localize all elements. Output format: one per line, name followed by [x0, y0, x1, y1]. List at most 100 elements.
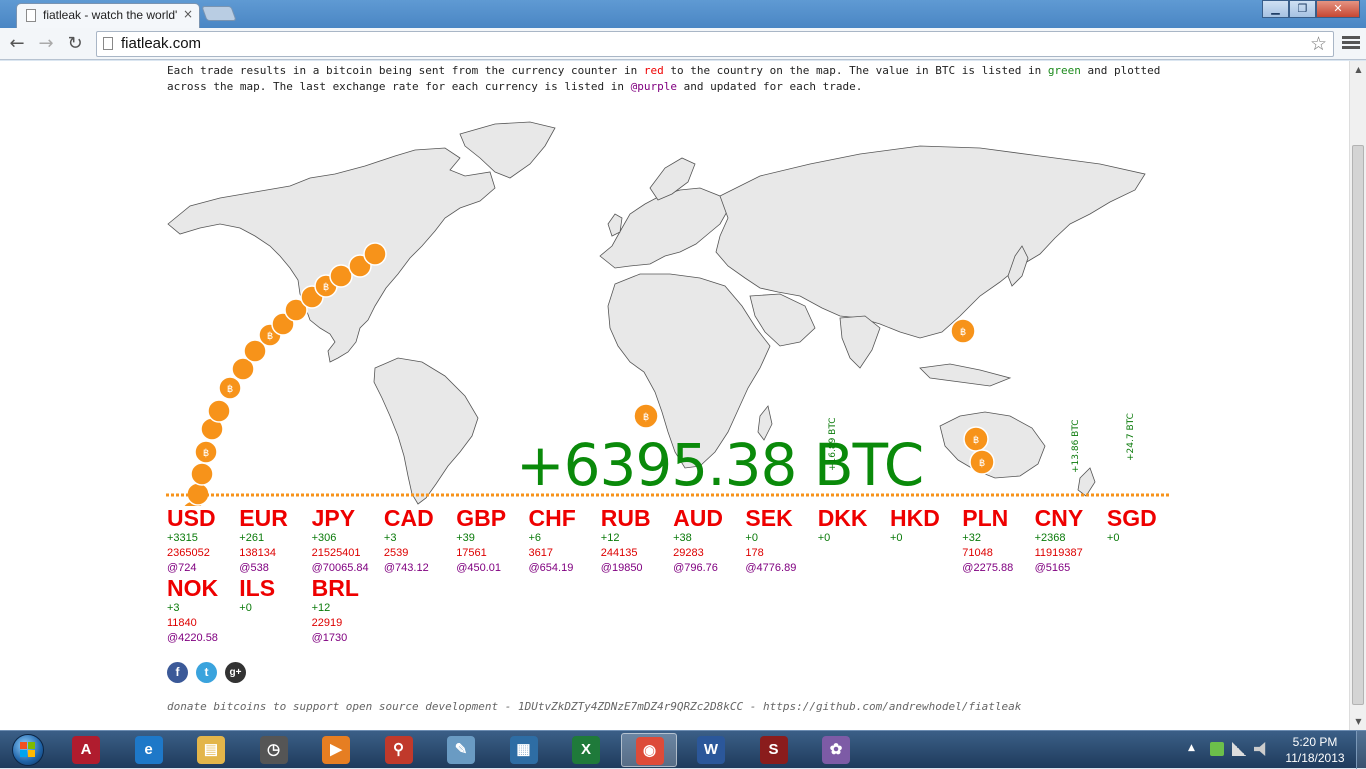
south-america	[373, 357, 479, 505]
currency-delta: +306	[311, 532, 337, 544]
taskbar-calculator-app[interactable]: ▦	[496, 733, 552, 767]
currency-code: CHF	[528, 505, 576, 531]
taskbar-excel[interactable]: X	[558, 733, 614, 767]
address-bar[interactable]: fiatleak.com ☆	[96, 31, 1334, 57]
currency-code: JPY	[311, 505, 356, 531]
tray-expand-icon[interactable]: ▲	[1188, 743, 1195, 753]
taskbar-clock[interactable]: 5:20 PM 11/18/2013	[1275, 734, 1355, 766]
currency-code: HKD	[890, 505, 940, 531]
windows-flag-icon	[20, 742, 36, 758]
currency-delta: +2368	[1034, 532, 1066, 544]
bookmark-star-icon[interactable]: ☆	[1310, 33, 1327, 55]
start-button[interactable]	[2, 731, 54, 769]
taskbar-chrome[interactable]: ◉	[620, 733, 677, 767]
url-text[interactable]: fiatleak.com	[121, 35, 201, 52]
file-explorer-icon: ▤	[197, 736, 225, 764]
bitcoin-coin-icon	[363, 242, 387, 266]
browser-tab[interactable]: fiatleak - watch the world' ×	[16, 3, 200, 28]
taskbar-internet-explorer[interactable]: e	[121, 733, 177, 767]
currency-hkd: HKD +0	[890, 505, 962, 546]
taskbar-notepad-app[interactable]: ✎	[433, 733, 489, 767]
taskbar-pushpin-app[interactable]: ⚲	[371, 733, 427, 767]
minimize-button[interactable]: ▁	[1262, 0, 1289, 18]
currency-code: NOK	[167, 575, 219, 601]
volume-icon[interactable]	[1254, 742, 1266, 756]
twitter-icon[interactable]: t	[196, 662, 217, 683]
reload-button[interactable]: ↻	[64, 33, 86, 55]
bitcoin-glyph: ฿	[979, 458, 985, 469]
vertical-scrollbar[interactable]: ▲ ▼	[1349, 61, 1366, 730]
currency-aud: AUD +38 29283 @796.76	[673, 505, 745, 576]
bitcoin-glyph: ฿	[227, 384, 233, 395]
taskbar-file-explorer[interactable]: ▤	[183, 733, 239, 767]
intro-red-word: red	[643, 64, 664, 77]
currency-rate: @1730	[311, 632, 348, 644]
taskbar-access[interactable]: A	[58, 733, 114, 767]
bitcoin-glyph: ฿	[973, 435, 979, 446]
taskbar-paint[interactable]: ✿	[808, 733, 864, 767]
bitcoin-glyph: ฿	[267, 331, 273, 342]
donate-text[interactable]: donate bitcoins to support open source d…	[167, 700, 1021, 713]
currency-rub: RUB +12 244135 @19850	[601, 505, 673, 576]
taskbar-s-plus[interactable]: S	[746, 733, 802, 767]
currency-rate: @4220.58	[167, 632, 218, 644]
scroll-up-icon[interactable]: ▲	[1350, 61, 1366, 78]
facebook-icon[interactable]: f	[167, 662, 188, 683]
currency-rate: @538	[239, 562, 269, 574]
currency-delta: +0	[745, 532, 758, 544]
currency-code: GBP	[456, 505, 507, 531]
taskbar-media-player[interactable]: ▶	[308, 733, 364, 767]
currency-code: DKK	[817, 505, 868, 531]
currency-pln: PLN +32 71048 @2275.88	[962, 505, 1034, 576]
new-tab-button[interactable]	[201, 6, 237, 21]
word-icon: W	[697, 736, 725, 764]
currency-code: AUD	[673, 505, 723, 531]
scroll-down-icon[interactable]: ▼	[1350, 713, 1366, 730]
currency-count: 244135	[600, 547, 638, 559]
currency-eur: EUR +261 138134 @538	[239, 505, 311, 576]
currency-count: 21525401	[311, 547, 361, 559]
intro-part: to the country on the map. The value in …	[663, 64, 1048, 77]
currency-rate: @796.76	[673, 562, 718, 574]
windows-taskbar: Ae ▤ ◷ ▶ ⚲ ✎ ▦ X ◉ W S ✿ ▲ 5:20 PM 11/18/2013	[0, 730, 1366, 769]
scroll-thumb[interactable]	[1352, 145, 1364, 705]
paint-icon: ✿	[822, 736, 850, 764]
greenland	[459, 121, 556, 179]
close-tab-icon[interactable]: ×	[183, 7, 193, 21]
excel-icon: X	[572, 736, 600, 764]
btc-trade-label: +16.89 BTC	[828, 417, 838, 471]
network-icon[interactable]	[1232, 742, 1246, 756]
currency-rate: @654.19	[528, 562, 574, 574]
currency-code: BRL	[311, 575, 359, 601]
currency-delta: +6	[528, 532, 542, 544]
chrome-menu-icon[interactable]	[1342, 34, 1360, 52]
window-controls: ▁ ❐ ✕	[1262, 0, 1360, 18]
action-center-icon[interactable]	[1210, 742, 1224, 756]
forward-button[interactable]: →	[35, 33, 57, 55]
page-icon	[26, 9, 36, 22]
currency-gbp: GBP +39 17561 @450.01	[456, 505, 528, 576]
google-plus-icon[interactable]: g+	[225, 662, 246, 683]
currency-count: 3617	[528, 547, 553, 559]
browser-toolbar: ← → ↻ fiatleak.com ☆	[0, 28, 1366, 60]
back-button[interactable]: ←	[6, 33, 28, 55]
currency-count: 11840	[167, 617, 197, 629]
currency-cny: CNY +2368 11919387 @5165	[1035, 505, 1107, 576]
taskbar-word[interactable]: W	[683, 733, 739, 767]
currency-rate: @70065.84	[311, 562, 369, 574]
currency-code: CNY	[1034, 505, 1084, 531]
currency-rate: @724	[167, 562, 197, 574]
maximize-button[interactable]: ❐	[1289, 0, 1316, 18]
currency-delta: +38	[673, 532, 692, 544]
show-desktop-button[interactable]	[1356, 731, 1366, 769]
taskbar-clock-app[interactable]: ◷	[246, 733, 302, 767]
clock-date: 11/18/2013	[1285, 751, 1345, 765]
close-window-button[interactable]: ✕	[1316, 0, 1360, 18]
currency-dkk: DKK +0	[818, 505, 890, 546]
bitcoin-glyph: ฿	[643, 412, 649, 423]
currency-rate: @450.01	[456, 562, 501, 574]
intro-text: Each trade results in a bitcoin being se…	[167, 63, 1167, 95]
currency-count: 17561	[456, 547, 487, 559]
intro-part: and updated for each trade.	[676, 80, 863, 93]
page-icon	[103, 37, 113, 50]
